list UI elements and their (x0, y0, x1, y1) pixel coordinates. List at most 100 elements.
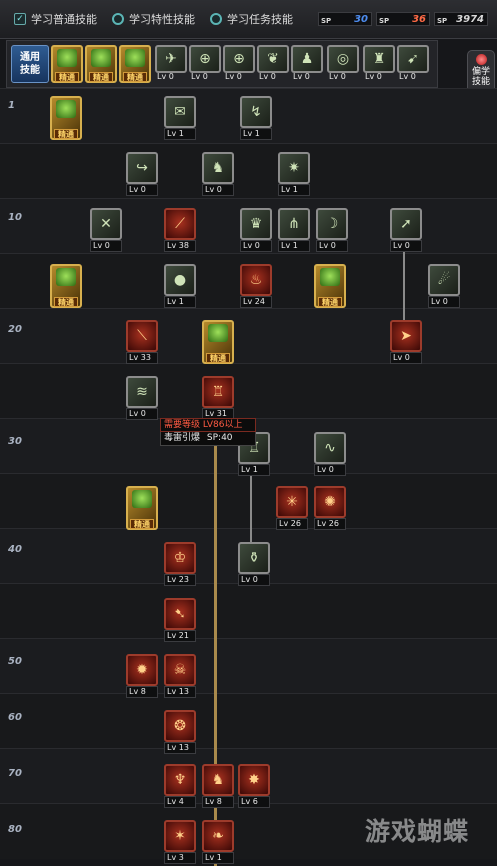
tab-label: 学习任务技能 (227, 13, 293, 26)
spiral-icon: ❂ (174, 718, 186, 734)
crown-icon: ♔ (173, 550, 187, 566)
skill-level-label: Lv 1 (164, 128, 196, 140)
skill-icon-frame: ✉ (164, 96, 196, 128)
skill-icon-frame: ↪ (126, 152, 158, 184)
skill-level-label: Lv 0 (259, 72, 276, 81)
mastery-badge: 精通 (130, 519, 154, 529)
tooltip-sp: SP:40 (206, 433, 233, 443)
blade-icon: ⟍ (137, 328, 147, 344)
mastery-badge: 精通 (54, 129, 78, 139)
common-skills-label[interactable]: 通用 技能 (11, 45, 49, 83)
armor-icon: ♛ (249, 216, 263, 232)
mastery-badge: 精通 (55, 72, 79, 82)
tab-learn-normal-skills[interactable]: ✓ 学习普通技能 (14, 8, 97, 30)
tooltip-info: 毒雷引爆 SP:40 (160, 432, 256, 446)
label-line: 通用 (20, 52, 40, 63)
fighter-icon: ♞ (211, 160, 225, 176)
tab-learn-quest-skills[interactable]: 学习任务技能 (210, 8, 293, 30)
side-button-line: 技能 (471, 77, 490, 87)
star-burst-icon: ✸ (248, 772, 260, 788)
skill-level-label: Lv 38 (164, 240, 196, 252)
top-bar: ✓ 学习普通技能 学习特性技能 学习任务技能 SP 30 SP 36 SP 39… (0, 0, 497, 39)
skill-icon-frame: ● (164, 264, 196, 296)
mastery-badge: 精通 (123, 72, 147, 82)
skull-icon: ☠ (173, 662, 187, 678)
warrior-icon: ♞ (211, 772, 225, 788)
skill-icon-frame: ❦精通 (50, 96, 82, 140)
tier-band (0, 583, 497, 639)
skill-level-label: Lv 0 (202, 184, 234, 196)
skill-icon-frame: ✕ (90, 208, 122, 240)
skill-level-label: Lv 0 (316, 240, 348, 252)
web-icon: ✳ (286, 494, 298, 510)
strongman-icon: ♜ (372, 51, 386, 67)
tab-learn-trait-skills[interactable]: 学习特性技能 (112, 8, 195, 30)
tier-band (0, 363, 497, 419)
skill-icon-frame: ♞ (202, 764, 234, 796)
skill-icon-frame: ✈ (155, 45, 187, 73)
crosshair-icon: ⊕ (233, 51, 245, 67)
dash-icon: ➹ (407, 51, 419, 67)
claw-icon: ⋔ (288, 216, 300, 232)
skill-icon-frame: ☄ (428, 264, 460, 296)
skill-level-label: Lv 8 (202, 796, 234, 808)
fireball-icon: ☄ (437, 272, 451, 288)
wings-icon: ✈ (165, 51, 177, 67)
cross-blades-icon: ✕ (100, 216, 112, 232)
skill-level-label: Lv 0 (126, 408, 158, 420)
skill-level-label: Lv 33 (126, 352, 158, 364)
label-line: 技能 (20, 65, 40, 76)
skill-icon-frame: ❧ (202, 820, 234, 852)
skill-level-label: Lv 0 (390, 240, 422, 252)
mastery-badge: 精通 (54, 297, 78, 307)
skill-icon-frame: ↯ (240, 96, 272, 128)
skill-icon-frame: ➹ (397, 45, 429, 73)
level-tier-label: 40 (8, 544, 22, 555)
skill-icon-frame: ∿ (314, 432, 346, 464)
skill-level-label: Lv 23 (164, 574, 196, 586)
totem-icon: ♖ (211, 384, 225, 400)
skill-icon-frame: ☽ (316, 208, 348, 240)
tab-label: 学习普通技能 (31, 13, 97, 26)
skill-icon-frame: ♨精通 (50, 264, 82, 308)
tier-band (0, 308, 497, 364)
prerequisite-line (403, 242, 405, 322)
thrust-icon: ➚ (400, 216, 412, 232)
skill-level-label: Lv 0 (293, 72, 310, 81)
common-skills-bar: 通用 技能 ⚔精通✋精通➶精通 ✈ Lv 0 ⊕ Lv 0 ⊕ Lv 0 ❦ Lv 0 ♟ Lv 0… (6, 40, 438, 88)
skill-icon-frame: ◎ (327, 45, 359, 73)
tier-band (0, 143, 497, 199)
skill-level-label: Lv 0 (126, 184, 158, 196)
skill-level-label: Lv 1 (240, 128, 272, 140)
skill-level-label: Lv 1 (278, 184, 310, 196)
skill-icon-frame: ≋ (126, 376, 158, 408)
skill-icon-frame: ♔ (164, 542, 196, 574)
skill-level-label: Lv 0 (225, 72, 242, 81)
sp-tag: SP (321, 17, 332, 25)
skill-icon-frame: ♜精通 (314, 264, 346, 308)
skill-icon-frame: ♨ (240, 264, 272, 296)
burst-icon: ✷ (288, 160, 300, 176)
skill-level-label: Lv 0 (399, 72, 416, 81)
skill-icon-frame: ⋔ (278, 208, 310, 240)
skill-icon-frame: ♛ (240, 208, 272, 240)
prerequisite-line (250, 470, 252, 542)
skill-icon-frame: ⚱ (238, 542, 270, 574)
strike-icon: ≋ (136, 384, 148, 400)
sp-value: 3974 (456, 14, 484, 25)
mastery-badge: 精通 (206, 353, 230, 363)
level-tier-label: 70 (8, 768, 22, 779)
level-tier-label: 80 (8, 824, 22, 835)
level-tier-label: 30 (8, 436, 22, 447)
side-button-line: 偏学 (471, 67, 490, 77)
charge-icon: ➤ (400, 328, 412, 344)
level-tier-label: 60 (8, 712, 22, 723)
skill-icon-frame: ♖ (202, 376, 234, 408)
skill-icon-frame: ⟍ (126, 320, 158, 352)
skill-level-label: Lv 4 (164, 796, 196, 808)
flare-icon: ✺ (324, 494, 336, 510)
skill-icon-frame: ♆ (164, 764, 196, 796)
leaf-icon (56, 100, 76, 118)
mastery-badge: 精通 (318, 297, 342, 307)
skill-level-label: Lv 0 (365, 72, 382, 81)
